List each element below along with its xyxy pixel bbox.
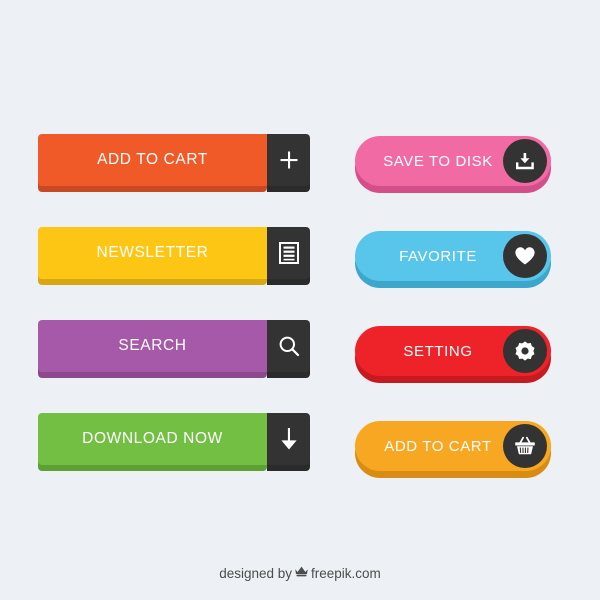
newsletter-rect-label: NEWSLETTER xyxy=(38,227,267,279)
arrow-down-icon xyxy=(279,427,299,451)
icon-badge[interactable] xyxy=(503,234,547,278)
button-face[interactable]: SEARCH xyxy=(38,320,310,372)
shopping-basket-icon xyxy=(513,435,537,457)
favorite-pill-button[interactable]: FAVORITE xyxy=(355,231,551,288)
add-to-cart-pill-label: ADD TO CART xyxy=(384,437,492,455)
newsletter-rect-button[interactable]: NEWSLETTER xyxy=(38,227,310,285)
button-set-canvas: ADD TO CART NEWSLETTER SEARCH DOWNLOAD N… xyxy=(0,0,600,600)
magnifier-icon xyxy=(278,335,300,357)
setting-pill-label: SETTING xyxy=(403,342,473,360)
search-rect-label: SEARCH xyxy=(38,320,267,372)
add-to-cart-rect-label: ADD TO CART xyxy=(38,134,267,186)
icon-badge[interactable] xyxy=(503,329,547,373)
credit-prefix: designed by xyxy=(219,565,293,581)
button-face[interactable]: DOWNLOAD NOW xyxy=(38,413,310,465)
save-to-disk-pill-label: SAVE TO DISK xyxy=(383,152,493,170)
button-face[interactable]: ADD TO CART xyxy=(38,134,310,186)
setting-pill-button[interactable]: SETTING xyxy=(355,326,551,383)
heart-icon xyxy=(514,246,536,266)
icon-panel[interactable] xyxy=(267,413,310,465)
icon-panel[interactable] xyxy=(267,134,310,186)
add-to-cart-pill-button[interactable]: ADD TO CART xyxy=(355,421,551,478)
search-rect-button[interactable]: SEARCH xyxy=(38,320,310,378)
plus-icon xyxy=(279,150,299,170)
document-lines-icon xyxy=(278,242,299,264)
save-to-disk-pill-button[interactable]: SAVE TO DISK xyxy=(355,136,551,193)
favorite-pill-label: FAVORITE xyxy=(399,247,477,265)
button-face[interactable]: NEWSLETTER xyxy=(38,227,310,279)
add-to-cart-rect-button[interactable]: ADD TO CART xyxy=(38,134,310,192)
designed-by-credit: designed by freepik.com xyxy=(0,565,600,581)
icon-panel[interactable] xyxy=(267,227,310,279)
icon-badge[interactable] xyxy=(503,139,547,183)
download-now-rect-label: DOWNLOAD NOW xyxy=(38,413,267,465)
gear-icon xyxy=(514,340,536,362)
icon-badge[interactable] xyxy=(503,424,547,468)
save-to-disk-icon xyxy=(514,150,536,172)
freepik-crown-icon xyxy=(294,565,309,581)
download-now-rect-button[interactable]: DOWNLOAD NOW xyxy=(38,413,310,471)
icon-panel[interactable] xyxy=(267,320,310,372)
credit-suffix: freepik.com xyxy=(311,565,381,581)
